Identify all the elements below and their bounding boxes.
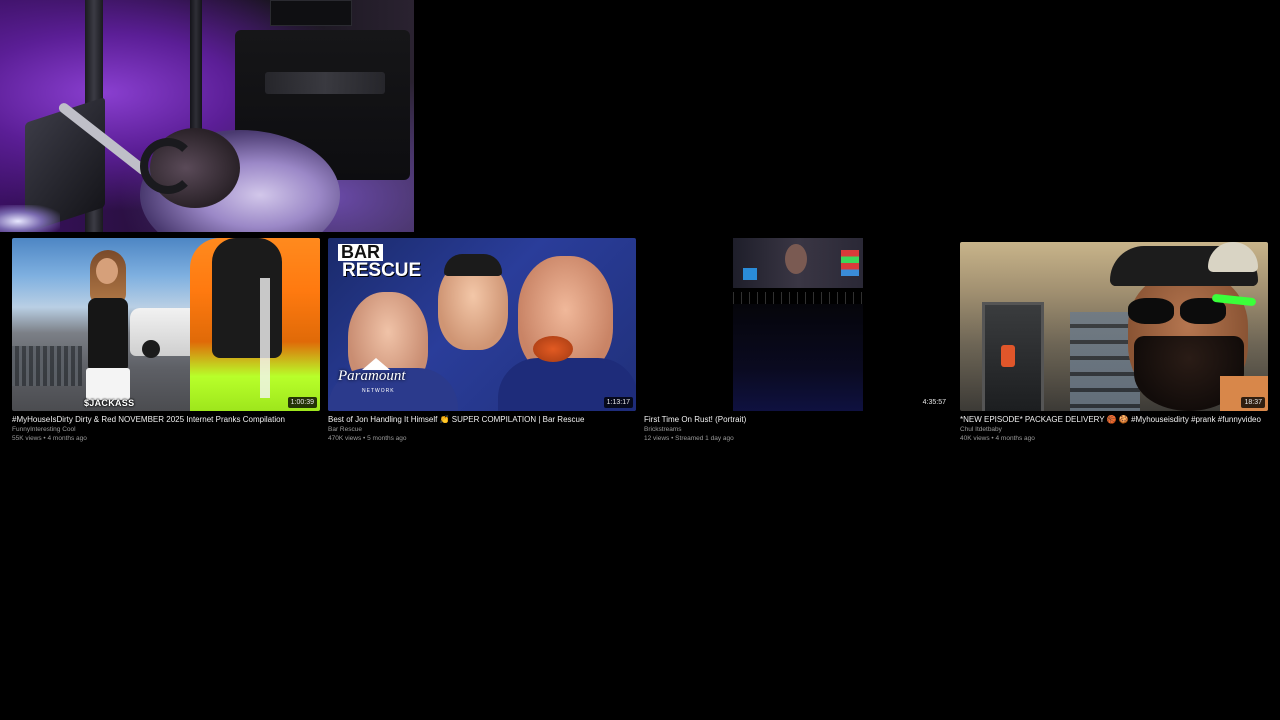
video-stats: 470K views • 5 months ago [328, 435, 407, 442]
thumb-stream-cam [733, 238, 863, 288]
webcam-shelf [270, 0, 352, 26]
video-stats: 40K views • 4 months ago [960, 435, 1035, 442]
video-meta: First Time On Rust! (Portrait) Brickstre… [644, 415, 952, 443]
video-channel[interactable]: FunnyInteresting Cool [12, 425, 320, 434]
video-card[interactable]: 18:37 *NEW EPISODE* PACKAGE DELIVERY 🏀 🍪… [960, 238, 1268, 443]
thumb-food [533, 336, 573, 362]
video-channel[interactable]: Chul Itdetbaby [960, 425, 1268, 434]
video-card[interactable]: 4:35:57 First Time On Rust! (Portrait) B… [644, 238, 952, 443]
paramount-network-label: NETWORK [362, 388, 395, 394]
video-title[interactable]: *NEW EPISODE* PACKAGE DELIVERY 🏀 🍪 #Myho… [960, 415, 1268, 425]
video-grid: $JACKASS 1:00:39 #MyHouseIsDirty Dirty &… [12, 238, 1268, 450]
video-duration: 1:13:17 [603, 397, 633, 408]
video-duration: 1:00:39 [287, 397, 317, 408]
video-thumbnail[interactable]: 4:35:57 [644, 238, 952, 411]
webcam-light-glow [0, 205, 60, 232]
bar-rescue-logo: BAR RESCUE [338, 243, 421, 280]
thumb-shopping-carts [12, 346, 82, 386]
video-card[interactable]: BAR RESCUE Paramount NETWORK 1:13:17 Bes… [328, 238, 636, 443]
streamer-webcam [0, 0, 414, 232]
video-duration: 18:37 [1241, 397, 1265, 408]
video-thumbnail[interactable]: $JACKASS 1:00:39 [12, 238, 320, 411]
video-stats: 12 views • Streamed 1 day ago [644, 435, 734, 442]
video-meta: *NEW EPISODE* PACKAGE DELIVERY 🏀 🍪 #Myho… [960, 415, 1268, 443]
thumb-face-back [438, 254, 508, 350]
video-duration: 4:35:57 [919, 397, 949, 408]
thumb-game-view [733, 304, 863, 411]
video-meta: Best of Jon Handling It Himself 👏 SUPER … [328, 415, 636, 443]
video-meta: #MyHouseIsDirty Dirty & Red NOVEMBER 202… [12, 415, 320, 443]
video-stats: 55K views • 4 months ago [12, 435, 87, 442]
video-title[interactable]: First Time On Rust! (Portrait) [644, 415, 952, 425]
video-card[interactable]: $JACKASS 1:00:39 #MyHouseIsDirty Dirty &… [12, 238, 320, 443]
headset-icon [140, 138, 196, 194]
thumb-door [982, 302, 1044, 411]
video-channel[interactable]: Bar Rescue [328, 425, 636, 434]
video-thumbnail[interactable]: 18:37 [960, 242, 1268, 411]
video-channel[interactable]: Brickstreams [644, 425, 952, 434]
thumb-safety-vest-worker [190, 238, 320, 411]
thumb-man [1110, 242, 1268, 411]
video-thumbnail[interactable]: BAR RESCUE Paramount NETWORK 1:13:17 [328, 238, 636, 411]
video-title[interactable]: #MyHouseIsDirty Dirty & Red NOVEMBER 202… [12, 415, 320, 425]
thumb-overlay-text: $JACKASS [84, 398, 135, 408]
paramount-logo: Paramount [338, 368, 406, 384]
thumb-person [80, 250, 136, 410]
video-title[interactable]: Best of Jon Handling It Himself 👏 SUPER … [328, 415, 636, 425]
thumb-stream-overlay [733, 292, 863, 304]
